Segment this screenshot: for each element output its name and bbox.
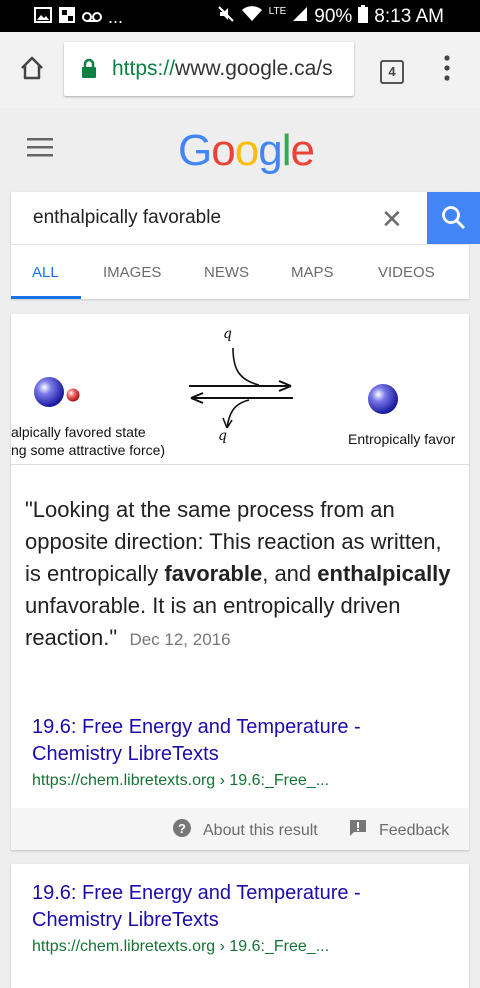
featured-result-url[interactable]: https://chem.libretexts.org › 19.6:_Free…: [32, 772, 329, 790]
address-bar[interactable]: https://www.google.ca/s: [64, 42, 354, 96]
result-title-link[interactable]: 19.6: Free Energy and Temperature - Chem…: [32, 880, 452, 934]
more-notifications: ...: [108, 7, 124, 27]
battery-percent: 90%: [314, 6, 353, 27]
lock-icon: [82, 58, 96, 78]
search-result-card: 19.6: Free Energy and Temperature - Chem…: [11, 864, 469, 988]
battery-icon: [358, 5, 369, 29]
network-type: LTE: [268, 5, 287, 17]
search-input[interactable]: enthalpically favorable: [33, 207, 221, 229]
logo-letter: G: [178, 126, 212, 175]
wifi-icon: [241, 5, 263, 29]
entropic-state-label: Entropically favor: [348, 431, 456, 447]
clock: 8:13 AM: [374, 6, 444, 27]
search-button[interactable]: [427, 192, 480, 244]
molecule-blue-left: [34, 377, 64, 407]
url-text: https://www.google.ca/s: [112, 57, 333, 81]
tab-switcher-button[interactable]: 4: [380, 60, 404, 84]
logo-letter: o: [211, 126, 236, 175]
logo-letter: o: [234, 126, 260, 175]
quote-bold-1: favorable: [164, 561, 263, 586]
snippet-footer: ? About this result Feedback: [11, 808, 469, 850]
featured-result-link[interactable]: 19.6: Free Energy and Temperature - Chem…: [32, 714, 452, 768]
heat-label-bottom: q: [218, 428, 227, 444]
snippet-quote: "Looking at the same process from an opp…: [25, 494, 455, 656]
about-this-result[interactable]: ? About this result: [173, 819, 318, 842]
gallery-icon: [34, 7, 52, 28]
status-bar: ... LTE 90% 8:13 AM: [0, 0, 480, 32]
tab-maps[interactable]: MAPS: [291, 264, 334, 281]
feedback-icon: [349, 819, 367, 842]
molecule-red: [66, 388, 80, 402]
feedback-link[interactable]: Feedback: [349, 819, 449, 842]
search-tabs: ALL IMAGES NEWS MAPS VIDEOS: [11, 244, 469, 299]
tab-images[interactable]: IMAGES: [103, 264, 161, 281]
logo-letter: g: [258, 126, 283, 175]
app-icon: [58, 6, 76, 29]
url-host: www.google.ca/s: [175, 57, 333, 80]
help-icon: ?: [173, 819, 191, 842]
browser-toolbar: https://www.google.ca/s 4: [0, 32, 480, 109]
home-icon[interactable]: [18, 54, 46, 87]
voicemail-icon: [82, 7, 102, 28]
clear-search-icon[interactable]: ✕: [381, 204, 403, 235]
about-result-label: About this result: [203, 821, 318, 839]
mute-icon: [217, 5, 235, 29]
featured-snippet-card: q q alpically favored state ng some attr…: [11, 314, 469, 850]
logo-letter: e: [290, 126, 315, 175]
attractive-force-label: ng some attractive force): [11, 442, 166, 458]
search-icon: [441, 205, 467, 236]
google-header: Google: [0, 108, 480, 192]
url-scheme: https://: [112, 57, 176, 80]
hamburger-menu-icon[interactable]: [27, 137, 53, 162]
feedback-label: Feedback: [379, 821, 450, 839]
signal-icon: [292, 6, 308, 28]
quote-text-2: , and: [262, 561, 318, 586]
result-url[interactable]: https://chem.libretexts.org › 19.6:_Free…: [32, 938, 329, 956]
overflow-menu-icon[interactable]: [442, 54, 452, 87]
quote-bold-2: enthalpically: [317, 561, 451, 586]
heat-label-top: q: [223, 326, 232, 342]
svg-text:?: ?: [178, 821, 186, 836]
search-box[interactable]: enthalpically favorable ✕: [11, 192, 480, 244]
status-indicators: LTE 90% 8:13 AM: [217, 5, 444, 29]
enthalpic-state-label: alpically favored state: [11, 424, 146, 440]
status-notifications: ...: [34, 6, 123, 29]
tab-all[interactable]: ALL: [32, 264, 59, 281]
snippet-image[interactable]: q q alpically favored state ng some attr…: [11, 314, 469, 465]
molecule-blue-right: [368, 384, 398, 414]
tab-videos[interactable]: VIDEOS: [378, 264, 435, 281]
active-tab-indicator: [11, 296, 81, 299]
google-logo[interactable]: Google: [178, 126, 315, 176]
snippet-date: Dec 12, 2016: [129, 630, 231, 649]
tab-news[interactable]: NEWS: [204, 264, 249, 281]
